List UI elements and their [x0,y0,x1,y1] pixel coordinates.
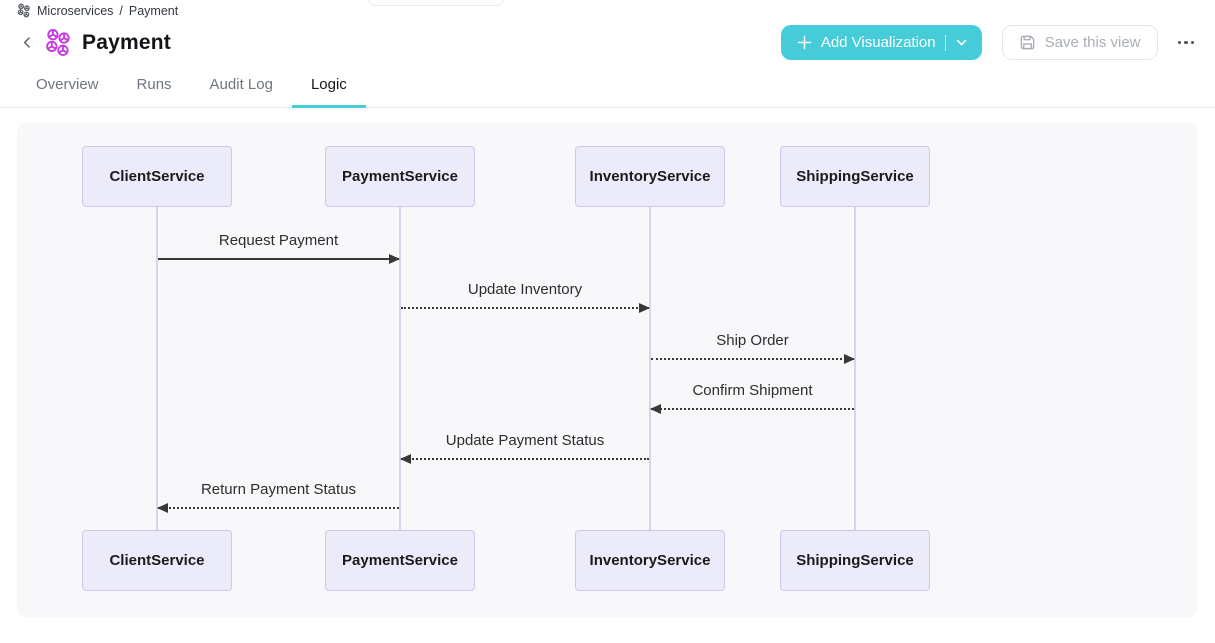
sequence-diagram-canvas: ClientService ClientService PaymentService… [17,122,1198,617]
participant-box: ShippingService [780,146,930,207]
microservices-cluster-icon [17,3,31,18]
participant-box: PaymentService [325,146,475,207]
save-view-label: Save this view [1045,34,1141,51]
title-row: Payment Add Visualization Save this view [17,24,1198,61]
tab-logic[interactable]: Logic [292,70,366,108]
microservices-cluster-icon [45,28,72,57]
message-label: Ship Order [716,332,789,349]
tab-audit-log[interactable]: Audit Log [191,70,292,107]
message-label: Confirm Shipment [692,382,812,399]
button-divider [945,35,946,51]
add-visualization-label: Add Visualization [821,34,936,51]
participant-box: ClientService [82,530,232,591]
message-line [401,307,649,309]
message-label: Return Payment Status [201,481,356,498]
floppy-disk-icon [1019,34,1036,51]
tab-bar: Overview Runs Audit Log Logic [0,70,1215,108]
lifeline [156,207,158,531]
add-visualization-button[interactable]: Add Visualization [781,25,982,60]
back-button[interactable] [17,33,37,53]
message-line [158,258,399,260]
message-line [651,358,854,360]
ellipsis-icon [1178,41,1195,45]
participant-box: InventoryService [575,146,725,207]
participant-box: PaymentService [325,530,475,591]
message-arrowhead [639,303,650,313]
participant-box: ShippingService [780,530,930,591]
plus-icon [797,35,812,50]
header: Microservices / Payment Payment Add Visu… [0,0,1215,61]
lifeline [649,207,651,531]
breadcrumb-current[interactable]: Payment [129,4,178,18]
message-label: Update Inventory [468,281,582,298]
message-arrowhead [157,503,168,513]
lifeline [854,207,856,531]
message-line [401,458,649,460]
message-label: Request Payment [219,232,338,249]
breadcrumb: Microservices / Payment [17,2,1198,19]
message-arrowhead [389,254,400,264]
message-label: Update Payment Status [446,432,604,449]
message-line [651,408,854,410]
message-line [158,507,399,509]
participant-box: ClientService [82,146,232,207]
chevron-down-icon[interactable] [955,36,968,49]
more-options-button[interactable] [1174,35,1199,51]
save-view-button[interactable]: Save this view [1002,25,1158,60]
message-arrowhead [400,454,411,464]
breadcrumb-separator: / [119,4,122,18]
page-title: Payment [82,31,171,55]
tab-runs[interactable]: Runs [118,70,191,107]
message-arrowhead [650,404,661,414]
participant-box: InventoryService [575,530,725,591]
breadcrumb-root[interactable]: Microservices [37,4,113,18]
message-arrowhead [844,354,855,364]
tab-overview[interactable]: Overview [17,70,118,107]
